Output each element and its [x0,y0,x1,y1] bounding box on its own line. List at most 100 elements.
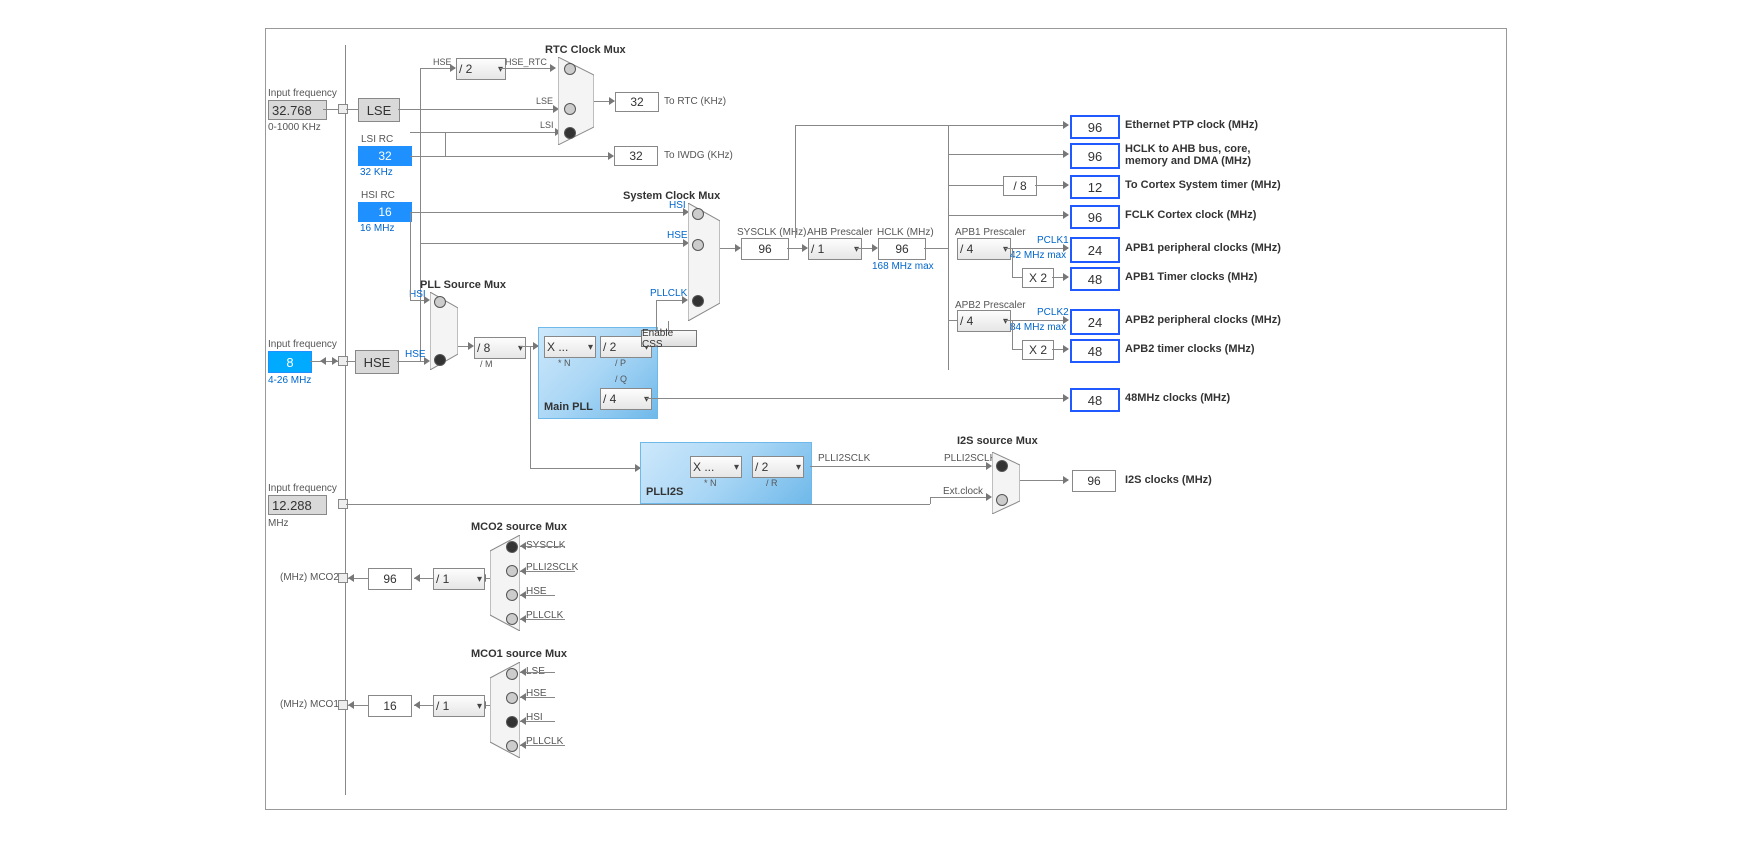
out-eth-lbl: Ethernet PTP clock (MHz) [1125,119,1258,131]
mco2-pin [338,573,348,583]
apb2-timx: X 2 [1022,340,1054,360]
plli2s-n[interactable]: X ...▾ [690,456,742,478]
i2s-out-val: 96 [1072,470,1116,492]
mco2-mux[interactable] [490,535,520,631]
main-pll-title: Main PLL [544,401,593,413]
rtc-hse-div[interactable]: / 2▾ [456,58,506,80]
apb2-max: 84 MHz max [1010,322,1066,333]
rtc-mux-lse-radio[interactable] [564,103,576,115]
sys-mux[interactable] [688,203,720,321]
out-hclkbus-lbl: HCLK to AHB bus, core, memory and DMA (M… [1125,143,1295,167]
mco1-lbl: (MHz) MCO1 [280,699,339,710]
ahb-lbl: AHB Prescaler [807,227,873,238]
out-apb1p-lbl: APB1 peripheral clocks (MHz) [1125,242,1281,254]
mco1-div[interactable]: / 1▾ [433,695,485,717]
mco1-val: 16 [368,695,412,717]
sysmux-hse: HSE [667,230,688,241]
lse-input-value[interactable]: 32.768 [268,100,327,120]
out-systick-val: 12 [1070,175,1120,199]
sysmux-hse-radio[interactable] [692,239,704,251]
plli2s-title: PLLI2S [646,486,683,498]
mco1-pin [338,700,348,710]
out-apb2t-val: 48 [1070,339,1120,363]
rtc-lse-lbl: LSE [536,96,553,106]
out-systick-lbl: To Cortex System timer (MHz) [1125,179,1281,191]
mco2-val: 96 [368,568,412,590]
out-hclkbus-val: 96 [1070,143,1120,169]
hse-input-value[interactable]: 8 [268,351,312,373]
hclk-lbl: HCLK (MHz) [877,227,934,238]
pll-n[interactable]: X ...▾ [544,336,596,358]
rtc-mux-hse-radio[interactable] [564,63,576,75]
pll-m-lbl: / M [480,359,493,369]
chevron-down-icon: ▾ [734,462,739,473]
mco1-hsi-radio[interactable] [506,716,518,728]
i2smux-b-radio[interactable] [996,494,1008,506]
plli2s-r[interactable]: / 2▾ [752,456,804,478]
mco1-mux[interactable] [490,662,520,758]
i2smux-b: Ext.clock [943,486,983,497]
lsi-rc-note: 32 KHz [360,167,393,178]
apb1-max: 42 MHz max [1010,250,1066,261]
chevron-down-icon: ▾ [588,342,593,353]
ahb-div[interactable]: / 1▾ [808,238,862,260]
mco1-pllclk-radio[interactable] [506,740,518,752]
out-eth-val: 96 [1070,115,1120,139]
out-apb1p-val: 24 [1070,237,1120,263]
chevron-down-icon: ▾ [1003,316,1008,327]
chevron-down-icon: ▾ [477,701,482,712]
systick-div: / 8 [1003,176,1037,196]
i2s-input-value[interactable]: 12.288 [268,495,327,515]
pllsrc-hsi-radio[interactable] [434,296,446,308]
rtc-out-lbl: To RTC (KHz) [664,96,726,107]
hsi-rc-note: 16 MHz [360,223,394,234]
rtc-hsertc-lbl: HSE_RTC [505,57,547,67]
lse-input-range: 0-1000 KHz [268,122,321,133]
mco2-hse-radio[interactable] [506,589,518,601]
pll-q[interactable]: / 4▾ [600,388,652,410]
iwdg-lbl: To IWDG (KHz) [664,150,733,161]
apb2-div[interactable]: / 4▾ [957,310,1011,332]
out-fclk-lbl: FCLK Cortex clock (MHz) [1125,209,1256,221]
mco2-plli2s-radio[interactable] [506,565,518,577]
out-apb1t-val: 48 [1070,267,1120,291]
mco2-pllclk-radio[interactable] [506,613,518,625]
mco1-hse-radio[interactable] [506,692,518,704]
pllsrc-hse-radio[interactable] [434,354,446,366]
rtc-mux-lsi-radio[interactable] [564,127,576,139]
plli2s-out: PLLI2SCLK [818,453,870,464]
rtc-hse-lbl: HSE [433,57,452,67]
rtc-mux[interactable] [558,57,594,145]
i2s-input-unit: MHz [268,518,289,529]
pll-m-div[interactable]: / 8▾ [474,337,526,359]
out-apb2t-lbl: APB2 timer clocks (MHz) [1125,343,1255,355]
apb1-div[interactable]: / 4▾ [957,238,1011,260]
out-apb1t-lbl: APB1 Timer clocks (MHz) [1125,271,1257,283]
i2s-input-label: Input frequency [268,483,337,494]
sysclk-value[interactable]: 96 [741,238,789,260]
i2smux-a-radio[interactable] [996,460,1008,472]
pllsrc-title: PLL Source Mux [420,279,506,291]
rtc-lsi-lbl: LSI [540,120,554,130]
hclk-value[interactable]: 96 [878,238,926,260]
chevron-down-icon: ▾ [518,343,523,354]
mco2-title: MCO2 source Mux [471,521,567,533]
chevron-down-icon: ▾ [854,244,859,255]
i2s-mux[interactable] [992,452,1020,514]
mco1-title: MCO1 source Mux [471,648,567,660]
sysmux-hsi-radio[interactable] [692,208,704,220]
pll-p-lbl: / P [615,358,626,368]
iwdg-value: 32 [614,146,658,166]
pllsrc-mux[interactable] [430,292,458,370]
mco2-sysclk-radio[interactable] [506,541,518,553]
mco2-div[interactable]: / 1▾ [433,568,485,590]
lse-input-label: Input frequency [268,88,337,99]
mco1-lse-radio[interactable] [506,668,518,680]
i2s-out-lbl: I2S clocks (MHz) [1125,474,1212,486]
apb1-lbl: APB1 Prescaler [955,227,1026,238]
sysmux-pllclk-radio[interactable] [692,295,704,307]
hse-input-range: 4-26 MHz [268,375,311,386]
enable-css-button[interactable]: Enable CSS [641,330,697,347]
apb1-timx: X 2 [1022,268,1054,288]
mco2-lbl: (MHz) MCO2 [280,572,339,583]
